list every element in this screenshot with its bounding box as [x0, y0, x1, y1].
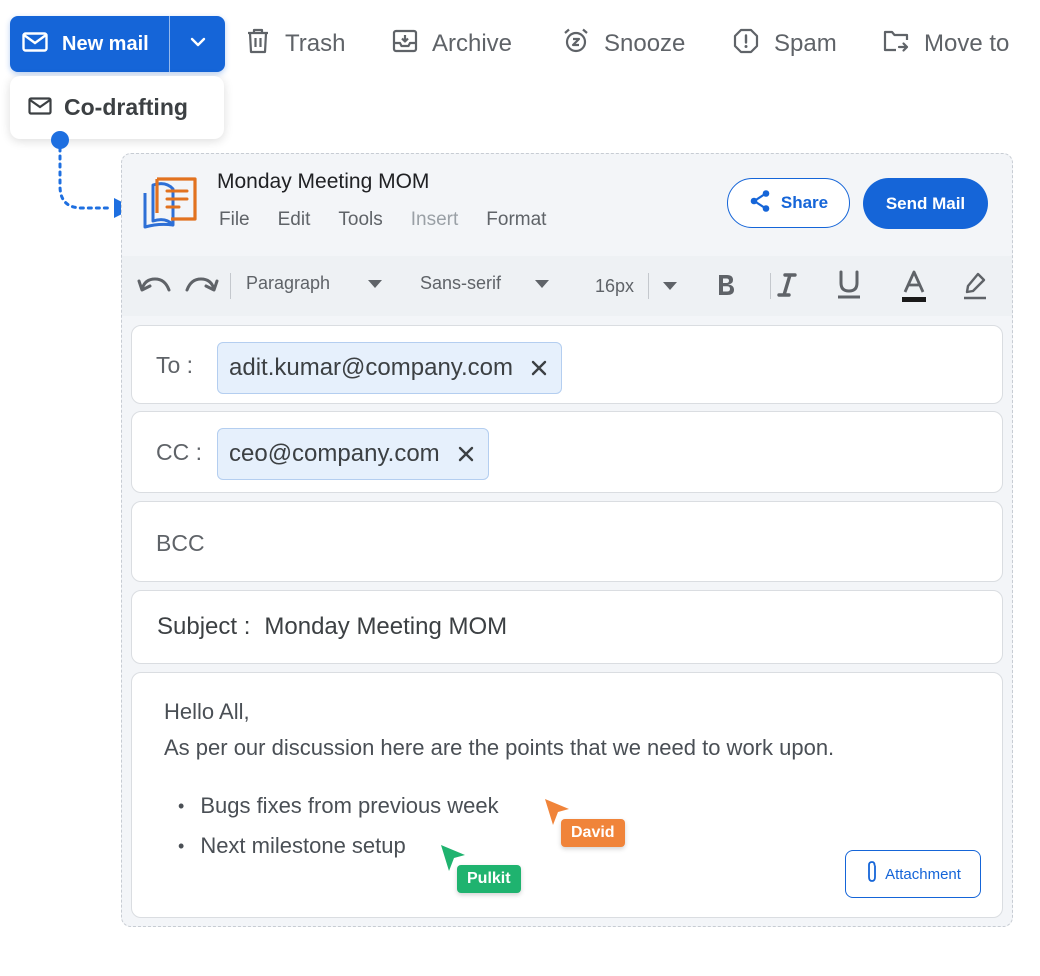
- trash-label: Trash: [285, 30, 346, 57]
- new-mail-split-button: New mail: [10, 16, 225, 72]
- chevron-down-icon: [189, 35, 207, 53]
- undo-button[interactable]: [137, 273, 173, 302]
- snooze-label: Snooze: [604, 30, 686, 57]
- font-size-select[interactable]: 16px: [595, 273, 678, 299]
- underline-icon: [836, 270, 862, 305]
- italic-icon: [776, 272, 798, 303]
- menu-file[interactable]: File: [219, 209, 250, 231]
- menu-insert[interactable]: Insert: [411, 209, 459, 231]
- new-mail-button[interactable]: New mail: [10, 16, 169, 72]
- trash-button[interactable]: Trash: [245, 26, 345, 62]
- font-family-value: Sans-serif: [420, 273, 502, 293]
- list-item: • Bugs fixes from previous week: [178, 793, 499, 818]
- collaborator-tag-david: David: [561, 819, 625, 847]
- text-color-button[interactable]: [901, 270, 927, 309]
- undo-icon: [137, 273, 173, 302]
- archive-button[interactable]: Archive: [392, 26, 512, 62]
- co-drafting-label: Co-drafting: [64, 94, 188, 120]
- highlight-button[interactable]: [962, 272, 988, 307]
- highlighter-icon: [962, 272, 988, 307]
- document-title: Monday Meeting MOM: [217, 170, 430, 193]
- alarm-clock-icon: [562, 27, 590, 62]
- mail-body-editor[interactable]: Hello All, As per our discussion here ar…: [131, 672, 1003, 918]
- text-color-icon: [901, 270, 927, 309]
- mail-icon: [22, 31, 48, 57]
- editor-menu-bar: File Edit Tools Insert Format: [219, 209, 546, 231]
- caret-down-icon: [663, 277, 678, 295]
- archive-icon: [392, 28, 418, 61]
- subject-value: Monday Meeting MOM: [264, 613, 508, 640]
- font-size-value: 16px: [595, 275, 635, 296]
- font-family-select[interactable]: Sans-serif: [420, 273, 550, 294]
- share-label: Share: [780, 193, 829, 212]
- menu-edit[interactable]: Edit: [278, 209, 311, 231]
- caret-down-icon: [535, 275, 550, 293]
- toolbar-divider: [230, 273, 231, 299]
- remove-recipient-button[interactable]: [531, 360, 547, 376]
- bold-button[interactable]: [714, 272, 738, 303]
- body-greeting: Hello All,: [164, 699, 250, 724]
- list-item-text: Next milestone setup: [200, 833, 406, 858]
- recipient-chip: adit.kumar@company.com: [217, 342, 563, 394]
- redo-icon: [183, 273, 219, 302]
- menu-format[interactable]: Format: [486, 209, 546, 231]
- list-item-text: Bugs fixes from previous week: [200, 793, 499, 818]
- attachment-label: Attachment: [885, 865, 961, 883]
- share-icon: [749, 189, 771, 218]
- new-mail-label: New mail: [62, 32, 149, 55]
- list-item: • Next milestone setup: [178, 833, 406, 858]
- attachment-button[interactable]: Attachment: [845, 850, 981, 898]
- to-label: To :: [156, 352, 194, 378]
- subject-field[interactable]: Subject : Monday Meeting MOM: [131, 590, 1003, 664]
- spam-label: Spam: [774, 30, 837, 57]
- subject-line: Subject : Monday Meeting MOM: [157, 613, 507, 641]
- trash-icon: [245, 27, 271, 62]
- underline-button[interactable]: [836, 270, 862, 305]
- mail-icon: [28, 94, 52, 121]
- menu-tools[interactable]: Tools: [338, 209, 382, 231]
- paragraph-style-value: Paragraph: [246, 273, 331, 293]
- warning-octagon-icon: [732, 27, 760, 62]
- close-icon: [458, 446, 473, 462]
- folder-move-icon: [882, 27, 910, 62]
- remove-cc-recipient-button[interactable]: [458, 446, 474, 462]
- body-intro: As per our discussion here are the point…: [164, 735, 835, 760]
- document-app-icon: [143, 177, 197, 229]
- caret-down-icon: [368, 275, 383, 293]
- cc-recipient-chip: ceo@company.com: [217, 428, 489, 480]
- send-mail-button[interactable]: Send Mail: [863, 178, 988, 229]
- subject-label: Subject :: [157, 613, 251, 640]
- bcc-field[interactable]: BCC: [131, 501, 1003, 582]
- recipient-email: adit.kumar@company.com: [229, 354, 514, 381]
- move-to-label: Move to: [924, 30, 1010, 57]
- bold-icon: [714, 272, 738, 303]
- new-mail-dropdown-toggle[interactable]: [169, 16, 225, 72]
- cc-label: CC :: [156, 439, 202, 465]
- cc-recipient-email: ceo@company.com: [229, 440, 440, 467]
- close-icon: [531, 360, 547, 376]
- toolbar-divider: [770, 273, 771, 299]
- share-button[interactable]: Share: [727, 178, 850, 228]
- snooze-button[interactable]: Snooze: [562, 26, 685, 62]
- bcc-label: BCC: [156, 530, 205, 556]
- move-to-button[interactable]: Move to: [882, 26, 1009, 62]
- toolbar-divider: [648, 273, 650, 299]
- to-field[interactable]: To : adit.kumar@company.com: [131, 325, 1003, 404]
- collaborator-tag-pulkit: Pulkit: [457, 865, 521, 893]
- cc-field[interactable]: CC : ceo@company.com: [131, 411, 1003, 493]
- italic-button[interactable]: [776, 272, 798, 303]
- archive-label: Archive: [432, 30, 513, 57]
- paragraph-style-select[interactable]: Paragraph: [246, 273, 383, 294]
- paperclip-icon: [865, 860, 879, 888]
- spam-button[interactable]: Spam: [732, 26, 837, 62]
- redo-button[interactable]: [183, 273, 219, 302]
